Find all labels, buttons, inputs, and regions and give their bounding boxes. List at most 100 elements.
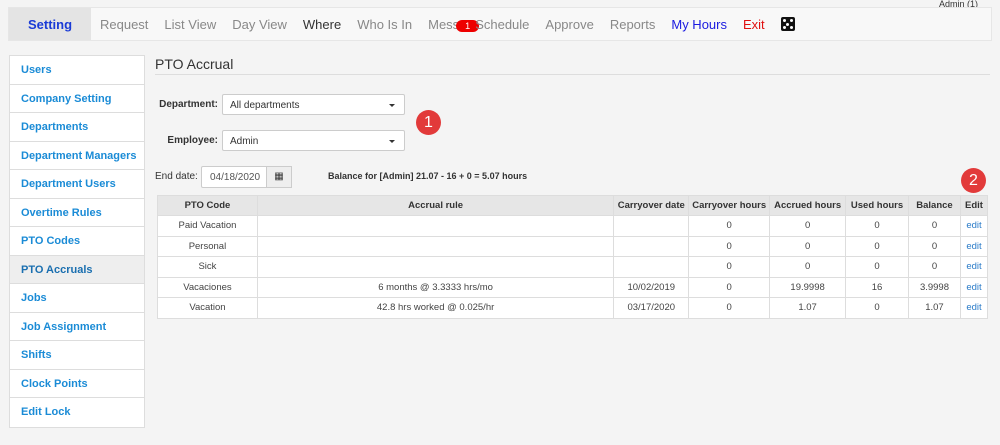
table-cell: Sick (157, 256, 258, 278)
table-cell: Vacaciones (157, 276, 258, 298)
table-cell: Personal (157, 235, 258, 257)
table-cell: edit (959, 235, 989, 257)
column-header: Accrued hours (769, 195, 847, 216)
table-cell (256, 235, 615, 257)
table-cell: edit (959, 215, 989, 237)
employee-select[interactable]: Admin (222, 130, 405, 151)
edit-link[interactable]: edit (966, 282, 981, 293)
table-cell: 0 (845, 297, 909, 319)
calendar-button[interactable]: ▦ (266, 166, 292, 188)
table-cell (613, 256, 690, 278)
column-header: Accrual rule (256, 195, 615, 216)
table-cell (613, 235, 690, 257)
sidebar-item-pto-accruals[interactable]: PTO Accruals (10, 255, 144, 284)
column-header: PTO Code (157, 195, 258, 216)
department-select[interactable]: All departments (222, 94, 405, 115)
table-cell: edit (959, 276, 989, 298)
balance-summary: Balance for [Admin] 21.07 - 16 + 0 = 5.0… (328, 171, 528, 181)
table-cell: 0 (845, 215, 909, 237)
table-cell (256, 256, 615, 278)
table-cell: edit (959, 297, 989, 319)
table-cell: edit (959, 256, 989, 278)
table-cell: 0 (907, 256, 961, 278)
column-header: Carryover hours (688, 195, 771, 216)
edit-link[interactable]: edit (966, 241, 981, 252)
table-cell: 3.9998 (907, 276, 961, 298)
nav-exit[interactable]: Exit (743, 17, 765, 32)
table-cell: 6 months @ 3.3333 hrs/mo (256, 276, 615, 298)
title-divider (155, 74, 990, 75)
nav-my-hours[interactable]: My Hours (671, 17, 727, 32)
table-row: Vacation 42.8 hrs worked @ 0.025/hr 03/17/… (157, 297, 989, 319)
sidebar-item-company-setting[interactable]: Company Setting (10, 85, 144, 113)
table-cell: 1.07 (907, 297, 961, 319)
table-cell: 0 (769, 235, 847, 257)
table-cell: 42.8 hrs worked @ 0.025/hr (256, 297, 615, 319)
table-cell: 0 (845, 256, 909, 278)
callout-badge-2: 2 (961, 168, 986, 193)
column-header: Balance (907, 195, 961, 216)
callout-badge-1: 1 (416, 110, 441, 135)
nav-schedule[interactable]: Schedule (475, 17, 529, 32)
table-cell: 0 (688, 276, 771, 298)
sidebar-item-department-managers[interactable]: Department Managers (10, 142, 144, 170)
table-cell: 10/02/2019 (613, 276, 690, 298)
sidebar-item-overtime-rules[interactable]: Overtime Rules (10, 199, 144, 227)
edit-link[interactable]: edit (966, 261, 981, 272)
sidebar: Users Company Setting Departments Depart… (9, 55, 145, 428)
table-cell: 0 (769, 215, 847, 237)
sidebar-item-users[interactable]: Users (10, 56, 144, 85)
sidebar-item-clock-points[interactable]: Clock Points (10, 370, 144, 398)
table-row: Paid Vacation 0 0 0 0 edit (157, 215, 989, 237)
nav-approve[interactable]: Approve (545, 17, 593, 32)
nav-where[interactable]: Where (303, 17, 341, 32)
table-row: Personal 0 0 0 0 edit (157, 235, 989, 257)
table-cell: Paid Vacation (157, 215, 258, 237)
sidebar-item-edit-lock[interactable]: Edit Lock (10, 398, 144, 427)
table-cell: 19.9998 (769, 276, 847, 298)
table-cell: 0 (688, 215, 771, 237)
end-date-label: End date: (155, 171, 198, 182)
table-cell: 0 (688, 235, 771, 257)
nav-messages[interactable]: Mess 1 (428, 16, 480, 32)
dice-icon[interactable] (780, 17, 795, 31)
table-cell: 1.07 (769, 297, 847, 319)
edit-link[interactable]: edit (966, 302, 981, 313)
column-header: Carryover date (613, 195, 690, 216)
table-cell: 0 (769, 256, 847, 278)
sidebar-item-job-assignment[interactable]: Job Assignment (10, 313, 144, 341)
nav-who-is-in[interactable]: Who Is In (357, 17, 412, 32)
table-cell (613, 215, 690, 237)
nav-day-view[interactable]: Day View (232, 17, 287, 32)
calendar-icon: ▦ (274, 171, 284, 182)
sidebar-item-shifts[interactable]: Shifts (10, 341, 144, 370)
table-cell: 0 (907, 235, 961, 257)
table-cell: 0 (688, 256, 771, 278)
nav-list-view[interactable]: List View (164, 17, 216, 32)
top-nav: Setting Request List View Day View Where… (8, 7, 992, 41)
edit-link[interactable]: edit (966, 220, 981, 231)
sidebar-item-department-users[interactable]: Department Users (10, 170, 144, 199)
end-date-input[interactable]: 04/18/2020 (201, 166, 267, 188)
nav-messages-label: Mess (428, 16, 460, 32)
table-cell: 03/17/2020 (613, 297, 690, 319)
table-cell: 0 (845, 235, 909, 257)
sidebar-item-jobs[interactable]: Jobs (10, 284, 144, 313)
page-title: PTO Accrual (155, 56, 234, 72)
nav-setting[interactable]: Setting (9, 8, 91, 40)
nav-reports[interactable]: Reports (610, 17, 656, 32)
table-cell: 0 (907, 215, 961, 237)
table-cell: 16 (845, 276, 909, 298)
column-header: Used hours (845, 195, 909, 216)
table-row: Sick 0 0 0 0 edit (157, 256, 989, 278)
table-cell (256, 215, 615, 237)
table-cell: 0 (688, 297, 771, 319)
table-row: Vacaciones 6 months @ 3.3333 hrs/mo 10/02/… (157, 276, 989, 298)
employee-label: Employee: (167, 135, 218, 146)
nav-request[interactable]: Request (100, 17, 148, 32)
table-cell: Vacation (157, 297, 258, 319)
column-header: Edit (959, 195, 989, 216)
department-label: Department: (159, 99, 218, 110)
sidebar-item-pto-codes[interactable]: PTO Codes (10, 227, 144, 256)
sidebar-item-departments[interactable]: Departments (10, 113, 144, 142)
